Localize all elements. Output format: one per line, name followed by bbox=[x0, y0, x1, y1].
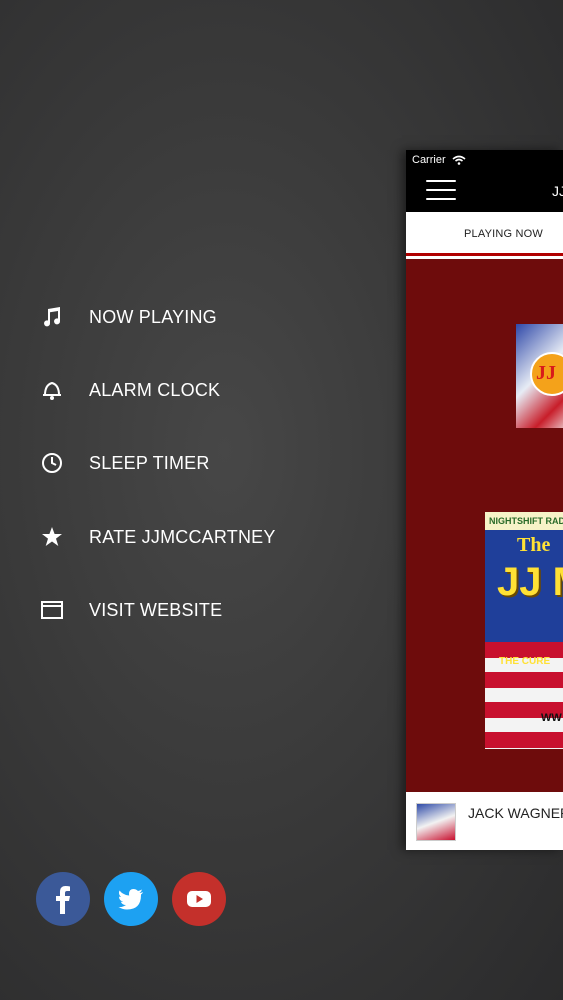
status-bar: Carrier bbox=[406, 150, 563, 170]
tab-bar: PLAYING NOW bbox=[406, 212, 563, 256]
twitter-button[interactable] bbox=[104, 872, 158, 926]
menu-label: RATE JJMCCARTNEY bbox=[89, 526, 276, 547]
clock-icon bbox=[38, 449, 66, 477]
station-logo-text: JJ bbox=[536, 362, 556, 384]
app-title: JJ bbox=[552, 183, 563, 199]
facebook-button[interactable] bbox=[36, 872, 90, 926]
menu-item-rate[interactable]: RATE JJMCCARTNEY bbox=[38, 517, 276, 557]
now-playing-bar[interactable]: JACK WAGNER bbox=[406, 792, 563, 850]
album-art-url: WW bbox=[541, 712, 562, 724]
twitter-bird-icon bbox=[118, 889, 143, 910]
album-art-band: NIGHTSHIFT RADIO bbox=[485, 512, 563, 530]
app-header: JJ bbox=[406, 170, 563, 212]
album-art: NIGHTSHIFT RADIO The JJ M THE CURE WW bbox=[485, 512, 563, 749]
menu-label: VISIT WEBSITE bbox=[89, 599, 223, 620]
menu-label: ALARM CLOCK bbox=[89, 379, 221, 400]
station-logo: JJ bbox=[516, 324, 563, 428]
menu-label: NOW PLAYING bbox=[89, 306, 217, 327]
youtube-play-icon bbox=[187, 891, 211, 907]
bell-icon bbox=[38, 376, 66, 404]
app-preview-panel[interactable]: Carrier JJ PLAYING NOW JJ NIGHTSHIFT RAD… bbox=[406, 150, 563, 850]
music-note-icon bbox=[38, 303, 66, 331]
album-art-the: The bbox=[517, 534, 551, 556]
album-art-name: JJ M bbox=[497, 560, 563, 604]
hamburger-menu-icon[interactable] bbox=[426, 180, 456, 202]
star-icon bbox=[38, 523, 66, 551]
menu-item-sleep-timer[interactable]: SLEEP TIMER bbox=[38, 443, 210, 483]
carrier-label: Carrier bbox=[412, 154, 446, 166]
player-content: JJ NIGHTSHIFT RADIO The JJ M THE CURE WW bbox=[406, 259, 563, 792]
tab-playing-now[interactable]: PLAYING NOW bbox=[464, 228, 543, 240]
menu-item-alarm-clock[interactable]: ALARM CLOCK bbox=[38, 370, 220, 410]
menu-item-visit-website[interactable]: VISIT WEBSITE bbox=[38, 590, 222, 630]
browser-window-icon bbox=[38, 596, 66, 624]
menu-label: SLEEP TIMER bbox=[89, 452, 210, 473]
menu-item-now-playing[interactable]: NOW PLAYING bbox=[38, 297, 217, 337]
youtube-button[interactable] bbox=[172, 872, 226, 926]
facebook-icon bbox=[56, 886, 70, 914]
wifi-icon bbox=[452, 155, 466, 165]
album-art-tagline: THE CURE bbox=[499, 656, 551, 667]
now-playing-thumbnail bbox=[416, 803, 456, 841]
now-playing-title: JACK WAGNER bbox=[468, 805, 563, 821]
